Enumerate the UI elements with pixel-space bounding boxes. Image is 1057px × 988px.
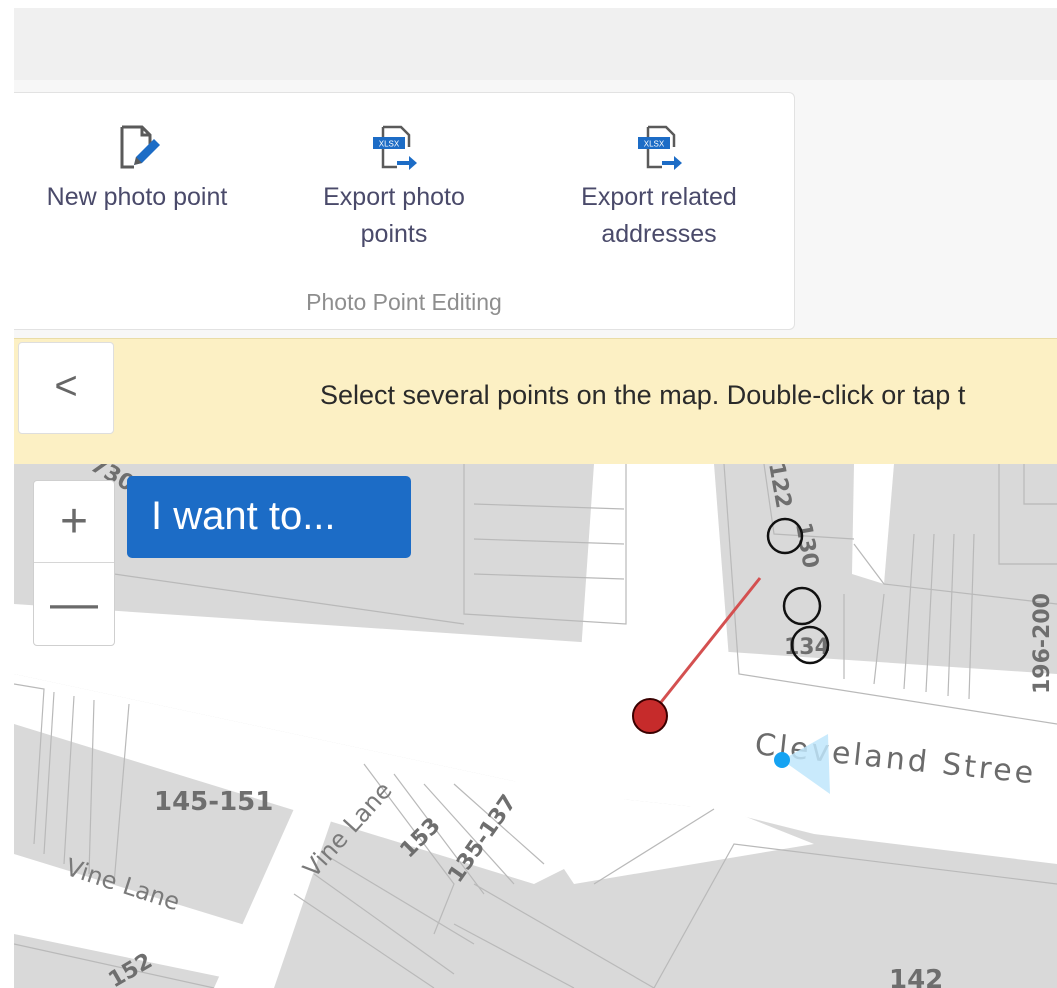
chevron-left-icon: < — [54, 364, 78, 408]
export-photo-points-label-line2: points — [360, 220, 428, 248]
lot-label: 142 — [889, 965, 943, 988]
ribbon-group-caption: Photo Point Editing — [306, 289, 502, 315]
lot-label: 145-151 — [154, 787, 273, 817]
zoom-out-button[interactable]: — — [34, 563, 114, 644]
top-toolbar — [14, 8, 1057, 81]
selection-point — [632, 698, 668, 734]
back-button[interactable]: < — [18, 342, 114, 434]
edit-document-icon — [120, 125, 160, 169]
ribbon-group-photo-point-editing: New photo point XLSX Export photo points… — [14, 92, 795, 330]
export-photo-points-label-line1: Export photo — [323, 183, 465, 211]
new-photo-point-label: New photo point — [46, 183, 228, 211]
svg-text:XLSX: XLSX — [379, 140, 400, 149]
export-related-addresses-label-line1: Export related — [581, 183, 737, 211]
i-want-to-button[interactable]: I want to... — [127, 476, 411, 558]
banner-message: Select several points on the map. Double… — [320, 380, 966, 410]
xlsx-export-icon: XLSX — [638, 125, 682, 170]
export-related-addresses-label-line2: addresses — [601, 220, 717, 248]
export-photo-points-button[interactable]: XLSX Export photo points — [284, 123, 504, 253]
new-photo-point-button[interactable]: New photo point — [22, 123, 252, 216]
svg-text:XLSX: XLSX — [644, 140, 665, 149]
location-dot — [774, 752, 790, 768]
xlsx-export-icon: XLSX — [373, 125, 417, 170]
zoom-control: + — — [33, 480, 115, 646]
lot-label: 196-200 — [1030, 593, 1055, 694]
export-related-addresses-button[interactable]: XLSX Export related addresses — [544, 123, 774, 253]
ribbon: New photo point XLSX Export photo points… — [14, 80, 1057, 338]
zoom-in-button[interactable]: + — [34, 481, 114, 563]
